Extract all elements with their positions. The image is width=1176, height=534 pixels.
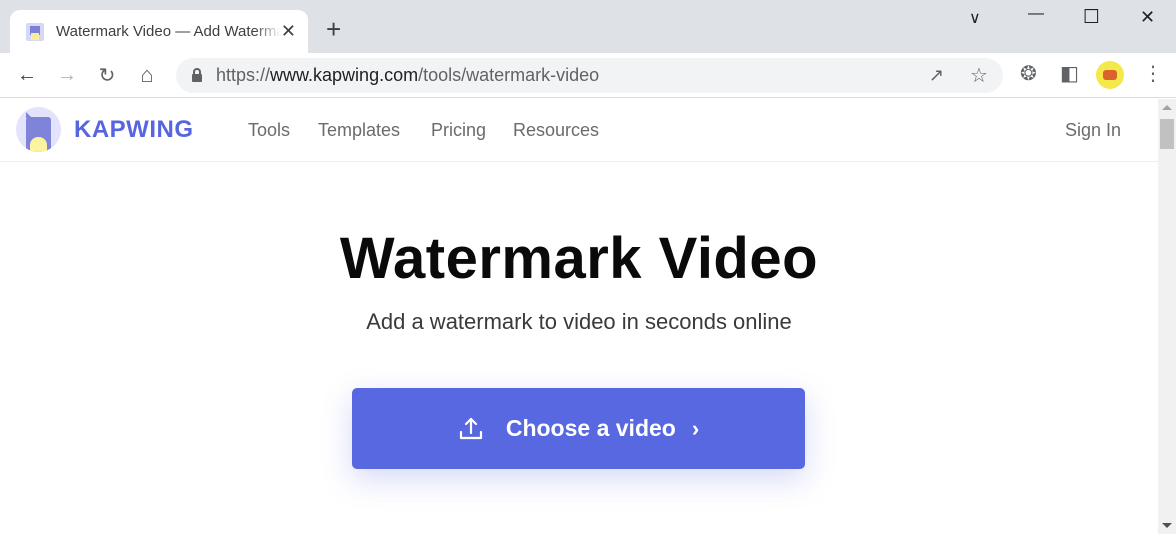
browser-tab-active[interactable]: Watermark Video — Add Watermark to Video… xyxy=(10,10,308,53)
minimize-button[interactable]: — xyxy=(1028,5,1044,23)
tab-title: Watermark Video — Add Watermark to Video… xyxy=(56,23,281,40)
forward-button[interactable]: → xyxy=(53,61,81,89)
home-button[interactable]: ⌂ xyxy=(133,61,161,89)
reload-button[interactable]: ↻ xyxy=(93,61,121,89)
nav-tools[interactable]: Tools xyxy=(248,120,290,141)
nav-pricing[interactable]: Pricing xyxy=(431,120,486,141)
maximize-button[interactable]: ☐ xyxy=(1083,6,1100,29)
page-title: Watermark Video xyxy=(339,226,819,291)
close-window-button[interactable]: ✕ xyxy=(1140,7,1155,28)
site-header: KAPWING Tools Templates Pricing Resource… xyxy=(0,99,1158,162)
brand-name[interactable]: KAPWING xyxy=(74,116,194,144)
extensions-icon[interactable]: ❂ xyxy=(1020,61,1037,86)
choose-video-button[interactable]: Choose a video › xyxy=(352,388,805,469)
page-scrollbar[interactable] xyxy=(1158,99,1176,534)
tab-close-icon[interactable]: ✕ xyxy=(281,21,296,42)
kapwing-logo-icon[interactable] xyxy=(16,107,61,152)
choose-video-label: Choose a video xyxy=(505,415,676,441)
chrome-menu-icon[interactable]: ⋮ xyxy=(1143,61,1163,86)
page-subtitle: Add a watermark to video in seconds onli… xyxy=(366,309,792,334)
browser-tabstrip: Watermark Video — Add Watermark to Video… xyxy=(0,0,1176,53)
bookmark-star-icon[interactable]: ☆ xyxy=(970,63,988,88)
browser-toolbar: ← → ↻ ⌂ https://www.kapwing.com/tools/wa… xyxy=(0,53,1176,98)
nav-resources[interactable]: Resources xyxy=(513,120,599,141)
share-icon[interactable]: ↗ xyxy=(929,65,944,86)
scroll-up-arrow-icon[interactable] xyxy=(1162,105,1172,110)
new-tab-button[interactable]: + xyxy=(326,16,341,42)
back-button[interactable]: ← xyxy=(13,61,41,89)
profile-avatar[interactable] xyxy=(1096,61,1124,89)
upload-icon xyxy=(459,417,482,439)
side-panel-icon[interactable]: ◧ xyxy=(1060,61,1079,86)
scrollbar-thumb[interactable] xyxy=(1160,119,1174,149)
nav-templates[interactable]: Templates xyxy=(318,120,400,141)
webpage: KAPWING Tools Templates Pricing Resource… xyxy=(0,99,1158,534)
kapwing-favicon-icon xyxy=(26,22,44,41)
sign-in-link[interactable]: Sign In xyxy=(1065,120,1121,141)
address-bar[interactable]: https://www.kapwing.com/tools/watermark-… xyxy=(176,58,1003,93)
chevron-right-icon: › xyxy=(691,415,700,441)
scroll-down-arrow-icon[interactable] xyxy=(1162,523,1172,528)
lock-icon xyxy=(192,68,202,82)
tab-search-icon[interactable]: ∨ xyxy=(969,8,981,28)
url-text: https://www.kapwing.com/tools/watermark-… xyxy=(216,65,600,85)
